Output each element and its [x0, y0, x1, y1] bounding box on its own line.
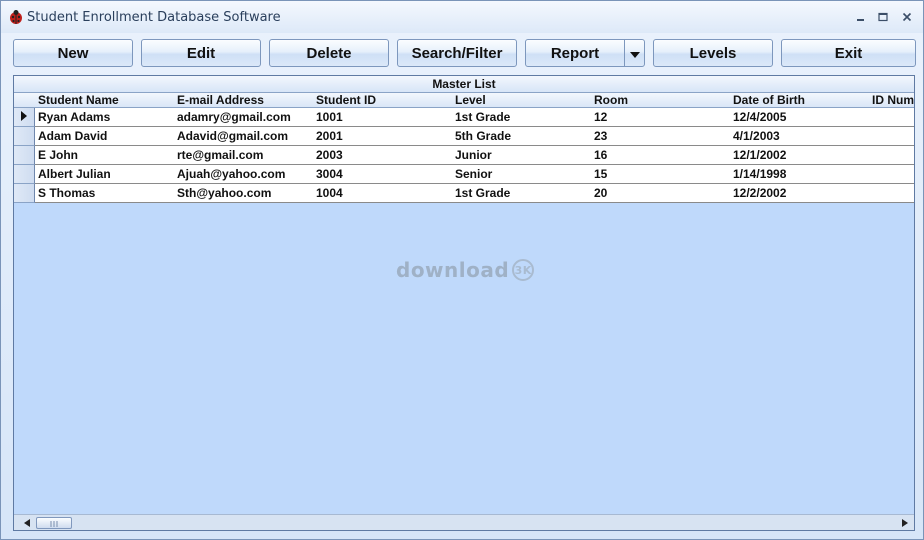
cell-id-num[interactable]	[869, 108, 914, 127]
row-selector-header	[14, 93, 36, 108]
exit-button[interactable]: Exit	[781, 39, 916, 67]
row-selector[interactable]	[14, 165, 35, 184]
cell-email[interactable]: adamry@gmail.com	[174, 108, 314, 127]
master-list-grid[interactable]: Master List Student Name E-mail Address …	[13, 75, 915, 531]
cell-date-of-birth[interactable]: 1/14/1998	[730, 165, 870, 184]
exit-button-label: Exit	[834, 44, 863, 62]
cell-room[interactable]: 23	[591, 127, 731, 146]
maximize-button[interactable]	[873, 9, 893, 25]
cell-level[interactable]: 1st Grade	[452, 108, 592, 127]
cell-level[interactable]: Senior	[452, 165, 592, 184]
edit-button-label: Edit	[186, 44, 216, 62]
scroll-left-button[interactable]	[20, 517, 34, 529]
close-button[interactable]	[897, 9, 917, 25]
scroll-left-arrow-icon	[24, 514, 30, 530]
cell-email[interactable]: Ajuah@yahoo.com	[174, 165, 314, 184]
grid-title: Master List	[14, 76, 914, 93]
row-selector[interactable]	[14, 127, 35, 146]
cell-level[interactable]: 5th Grade	[452, 127, 592, 146]
column-header-student-name[interactable]: Student Name	[35, 93, 175, 108]
window-title: Student Enrollment Database Software	[27, 10, 281, 25]
grid-header-row: Student Name E-mail Address Student ID L…	[14, 93, 914, 108]
cell-id-num[interactable]	[869, 146, 914, 165]
horizontal-scrollbar[interactable]	[14, 514, 914, 530]
cell-level[interactable]: Junior	[452, 146, 592, 165]
close-icon	[902, 12, 912, 22]
current-row-pointer-icon	[21, 108, 27, 126]
cell-email[interactable]: rte@gmail.com	[174, 146, 314, 165]
watermark-badge: 3K	[512, 259, 535, 281]
search-filter-button[interactable]: Search/Filter	[397, 39, 517, 67]
search-filter-button-label: Search/Filter	[411, 44, 503, 62]
delete-button[interactable]: Delete	[269, 39, 389, 67]
row-selector[interactable]	[14, 146, 35, 165]
new-button-label: New	[57, 44, 89, 62]
report-dropdown-button[interactable]	[624, 40, 644, 66]
delete-button-label: Delete	[306, 44, 352, 62]
column-header-id-num[interactable]: ID Num	[869, 93, 914, 108]
cell-student-id[interactable]: 1004	[313, 184, 453, 203]
edit-button[interactable]: Edit	[141, 39, 261, 67]
cell-date-of-birth[interactable]: 12/4/2005	[730, 108, 870, 127]
minimize-button[interactable]	[851, 9, 871, 25]
dropdown-arrow-icon	[629, 45, 640, 62]
minimize-icon	[856, 12, 866, 22]
download3k-watermark: download 3K	[396, 258, 535, 282]
column-header-email[interactable]: E-mail Address	[174, 93, 314, 108]
levels-button[interactable]: Levels	[653, 39, 773, 67]
cell-email[interactable]: Adavid@gmail.com	[174, 127, 314, 146]
ladybug-icon	[8, 9, 24, 25]
new-button[interactable]: New	[13, 39, 133, 67]
cell-student-name[interactable]: Ryan Adams	[35, 108, 175, 127]
cell-level[interactable]: 1st Grade	[452, 184, 592, 203]
maximize-icon	[878, 12, 888, 22]
watermark-text: download	[396, 258, 510, 282]
column-header-student-id[interactable]: Student ID	[313, 93, 453, 108]
row-selector[interactable]	[14, 184, 35, 203]
cell-student-id[interactable]: 2001	[313, 127, 453, 146]
cell-room[interactable]: 12	[591, 108, 731, 127]
column-header-room[interactable]: Room	[591, 93, 731, 108]
cell-student-name[interactable]: Adam David	[35, 127, 175, 146]
scroll-right-button[interactable]	[898, 517, 912, 529]
row-selector[interactable]	[14, 108, 35, 127]
cell-room[interactable]: 15	[591, 165, 731, 184]
cell-room[interactable]: 16	[591, 146, 731, 165]
levels-button-label: Levels	[689, 44, 737, 62]
scroll-right-arrow-icon	[902, 514, 908, 530]
title-bar[interactable]: Student Enrollment Database Software	[1, 1, 923, 33]
cell-date-of-birth[interactable]: 4/1/2003	[730, 127, 870, 146]
cell-id-num[interactable]	[869, 127, 914, 146]
scrollbar-thumb[interactable]	[36, 517, 72, 529]
report-button-label: Report	[550, 44, 600, 62]
toolbar: New Edit Delete Search/Filter Report Lev…	[1, 37, 923, 69]
cell-email[interactable]: Sth@yahoo.com	[174, 184, 314, 203]
cell-date-of-birth[interactable]: 12/1/2002	[730, 146, 870, 165]
cell-student-id[interactable]: 3004	[313, 165, 453, 184]
grip-icon	[49, 514, 59, 530]
cell-id-num[interactable]	[869, 165, 914, 184]
cell-student-id[interactable]: 2003	[313, 146, 453, 165]
column-header-date-of-birth[interactable]: Date of Birth	[730, 93, 870, 108]
cell-student-name[interactable]: S Thomas	[35, 184, 175, 203]
cell-room[interactable]: 20	[591, 184, 731, 203]
cell-student-name[interactable]: Albert Julian	[35, 165, 175, 184]
cell-date-of-birth[interactable]: 12/2/2002	[730, 184, 870, 203]
cell-student-id[interactable]: 1001	[313, 108, 453, 127]
cell-student-name[interactable]: E John	[35, 146, 175, 165]
app-window: Student Enrollment Database Software New…	[0, 0, 924, 540]
cell-id-num[interactable]	[869, 184, 914, 203]
column-header-level[interactable]: Level	[452, 93, 592, 108]
report-button[interactable]: Report	[525, 39, 645, 67]
